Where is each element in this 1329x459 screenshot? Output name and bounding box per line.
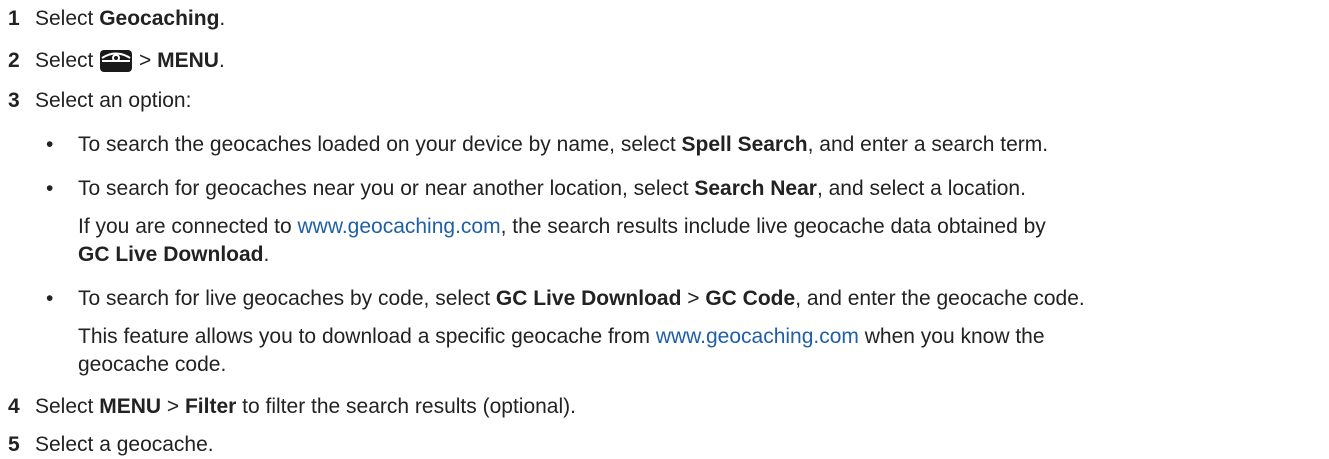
note-punct: . (263, 243, 270, 266)
bullet-dot: • (46, 287, 54, 310)
option-text-end: , and enter a search term. (807, 133, 1049, 156)
step-5: 5 Select a geocache. (8, 432, 214, 458)
step-number: 5 (8, 433, 20, 456)
menu-label: MENU (157, 49, 219, 72)
step-separator: > (161, 395, 185, 418)
step-1: 1 Select Geocaching. (8, 6, 225, 32)
search-near-label: Search Near (694, 177, 817, 200)
option-text: To search for geocaches near you or near… (78, 177, 695, 200)
step-text: Select (35, 49, 100, 72)
search-near-note: If you are connected to www.geocaching.c… (78, 214, 1046, 240)
option-text-end: , and select a location. (816, 177, 1026, 200)
option-text-end: , and enter the geocache code. (795, 287, 1085, 310)
step-number: 4 (8, 395, 20, 418)
step-3: 3 Select an option: (8, 88, 191, 114)
filter-label: Filter (184, 395, 237, 418)
step-punct: . (219, 7, 226, 30)
gc-live-download-label: GC Live Download (495, 287, 682, 310)
geocaching-menu-label: Geocaching (99, 7, 220, 30)
search-near-note-line2: GC Live Download. (78, 242, 269, 268)
geocaching-link[interactable]: www.geocaching.com (656, 325, 859, 348)
note-text: This feature allows you to download a sp… (78, 325, 656, 348)
note-text-end: , the search results include live geocac… (500, 215, 1046, 238)
option-text: To search the geocaches loaded on your d… (78, 133, 682, 156)
step-punct: . (218, 49, 225, 72)
bullet-dot: • (46, 177, 54, 200)
gc-live-download-label: GC Live Download (78, 243, 264, 266)
gc-code-label: GC Code (705, 287, 796, 310)
note-text: geocache code. (78, 353, 227, 376)
step-2: 2 Select > MENU. (8, 47, 225, 74)
gc-code-note-line2: geocache code. (78, 352, 226, 378)
step-text: Select (35, 395, 100, 418)
note-text-end: when you know the (858, 325, 1045, 348)
note-text: If you are connected to (78, 215, 298, 238)
step-text-end: to filter the search results (optional). (236, 395, 576, 418)
step-text: Select (35, 7, 100, 30)
step-text: Select an option: (35, 89, 192, 112)
geocaching-link[interactable]: www.geocaching.com (297, 215, 500, 238)
step-number: 2 (8, 49, 20, 72)
option-spell-search: • To search the geocaches loaded on your … (46, 132, 1048, 158)
spell-search-label: Spell Search (681, 133, 808, 156)
step-text: Select a geocache. (35, 433, 214, 456)
step-number: 3 (8, 89, 20, 112)
step-4: 4 Select MENU > Filter to filter the sear… (8, 394, 576, 420)
option-gc-code: • To search for live geocaches by code, s… (46, 286, 1085, 312)
option-search-near: • To search for geocaches near you or nea… (46, 176, 1026, 202)
geocache-chest-icon (100, 50, 133, 72)
menu-label: MENU (99, 395, 162, 418)
step-separator: > (133, 49, 158, 72)
bullet-dot: • (46, 133, 54, 156)
gc-code-note: This feature allows you to download a sp… (78, 324, 1045, 350)
option-text: To search for live geocaches by code, se… (78, 287, 496, 310)
step-number: 1 (8, 7, 20, 30)
option-separator: > (681, 287, 706, 310)
